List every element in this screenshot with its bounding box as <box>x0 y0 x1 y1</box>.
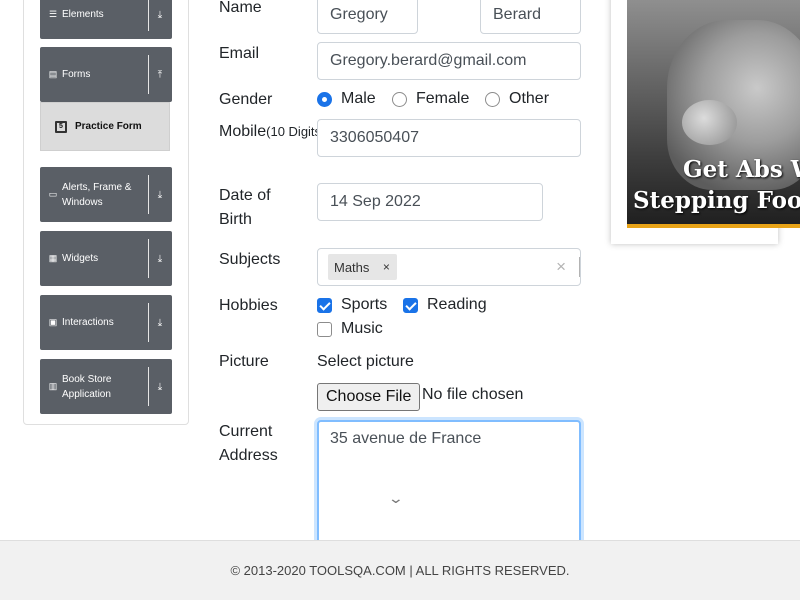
ad-accent-bar <box>627 224 800 228</box>
sidebar-group-label: Interactions <box>62 317 114 328</box>
hobby-music-option[interactable]: Music <box>317 320 383 338</box>
subject-chip: Maths × <box>328 254 398 280</box>
dob-label-line1: Date of <box>219 187 271 204</box>
hobby-sports-label: Sports <box>341 296 388 313</box>
ad-banner[interactable]: Get Abs W Stepping Foot i <box>627 0 800 228</box>
ad-image-hand <box>682 100 737 145</box>
copyright-text: © 2013-2020 TOOLSQA.COM | ALL RIGHTS RES… <box>230 563 570 578</box>
hobby-reading-label: Reading <box>427 296 487 313</box>
hobby-sports-checkbox[interactable] <box>317 297 332 313</box>
chevron-down-icon[interactable]: ⤓ <box>154 253 166 264</box>
name-label: Name <box>219 0 262 16</box>
clear-subjects-icon[interactable]: × <box>556 257 566 277</box>
first-name-input[interactable]: Gregory <box>317 0 418 34</box>
chevron-up-icon[interactable]: ⤒ <box>154 69 166 80</box>
gender-other-radio[interactable] <box>485 91 500 107</box>
ad-headline-line2: Stepping Foot i <box>633 187 800 214</box>
date-of-birth-input[interactable]: 14 Sep 2022 <box>317 183 543 221</box>
current-address-textarea[interactable]: 35 avenue de France <box>317 420 581 560</box>
sidebar-group-label: Elements <box>62 9 104 20</box>
hobbies-label: Hobbies <box>219 297 278 314</box>
sidebar-group-label: Book Store Application <box>62 373 112 400</box>
choose-file-button[interactable]: Choose File <box>317 383 421 411</box>
hobby-reading-option[interactable]: Reading <box>403 296 487 314</box>
interaction-icon: ▣ <box>48 317 58 327</box>
gender-other-option[interactable]: Other <box>485 90 549 108</box>
footer: © 2013-2020 TOOLSQA.COM | ALL RIGHTS RES… <box>0 540 800 600</box>
address-label-line2: Address <box>219 447 278 464</box>
divider <box>148 239 149 278</box>
gender-female-radio[interactable] <box>392 91 407 107</box>
html5-icon: 5 <box>55 120 67 133</box>
hobby-reading-checkbox[interactable] <box>403 297 418 313</box>
divider <box>579 257 580 277</box>
gender-female-option[interactable]: Female <box>392 90 469 108</box>
chevron-down-icon[interactable]: ⤓ <box>154 189 166 200</box>
email-input[interactable]: Gregory.berard@gmail.com <box>317 42 581 80</box>
chevron-down-icon[interactable]: ⤓ <box>154 9 166 20</box>
file-status: No file chosen <box>422 386 524 403</box>
divider <box>148 175 149 214</box>
gender-male-option[interactable]: Male <box>317 90 376 108</box>
dob-label-line2: Birth <box>219 211 252 228</box>
divider <box>148 55 149 94</box>
window-icon: ▭ <box>48 189 58 199</box>
divider <box>148 0 149 31</box>
sidebar-group-interactions[interactable]: ▣ Interactions ⤓ <box>40 295 172 350</box>
remove-subject-icon[interactable]: × <box>375 260 397 274</box>
chevron-down-icon[interactable]: ⤓ <box>154 381 166 392</box>
hobby-music-label: Music <box>341 320 383 337</box>
sidebar-group-widgets[interactable]: ▦ Widgets ⤓ <box>40 231 172 286</box>
sidebar-group-label: Alerts, Frame & Windows <box>62 181 132 208</box>
sidebar-item-label: Practice Form <box>75 121 142 132</box>
ad-headline-line1: Get Abs W <box>683 156 800 183</box>
sidebar-group-label: Forms <box>62 69 91 80</box>
gender-other-label: Other <box>509 90 550 107</box>
select-picture-label: Select picture <box>317 353 414 370</box>
divider <box>148 303 149 342</box>
address-label-line1: Current <box>219 423 273 440</box>
mobile-label: Mobile(10 Digits) <box>219 120 325 144</box>
subjects-label: Subjects <box>219 251 281 268</box>
subjects-input[interactable]: Maths × × <box>317 248 581 286</box>
divider <box>148 367 149 406</box>
hobby-music-checkbox[interactable] <box>317 321 332 337</box>
form-icon: ▤ <box>48 69 58 79</box>
sidebar-group-book-store[interactable]: ▥ Book Store Application ⤓ <box>40 359 172 414</box>
gender-male-radio[interactable] <box>317 91 332 107</box>
email-label: Email <box>219 45 260 62</box>
last-name-input[interactable]: Berard <box>480 0 581 34</box>
sidebar-item-practice-form[interactable]: 5 Practice Form <box>40 102 170 151</box>
picture-label: Picture <box>219 353 269 370</box>
sidebar-group-elements[interactable]: ☰ Elements ⤓ <box>40 0 172 39</box>
grid-icon: ▦ <box>48 253 58 263</box>
mobile-label-text: Mobile <box>219 123 267 140</box>
list-icon: ☰ <box>48 9 58 19</box>
books-icon: ▥ <box>48 381 58 391</box>
gender-male-label: Male <box>341 90 376 107</box>
dob-label: Date of Birth <box>219 184 271 232</box>
chevron-down-icon: ⌄ <box>387 490 405 506</box>
mobile-input[interactable]: 3306050407 <box>317 119 581 157</box>
sidebar-group-label: Widgets <box>62 253 99 264</box>
chevron-down-icon[interactable]: ⤓ <box>154 317 166 328</box>
subject-chip-label: Maths <box>334 259 370 275</box>
address-label: Current Address <box>219 420 278 468</box>
sidebar-group-alerts[interactable]: ▭ Alerts, Frame & Windows ⤓ <box>40 167 172 222</box>
gender-label: Gender <box>219 91 273 108</box>
sidebar-group-forms[interactable]: ▤ Forms ⤒ <box>40 47 172 102</box>
hobby-sports-option[interactable]: Sports <box>317 296 387 314</box>
gender-female-label: Female <box>416 90 470 107</box>
